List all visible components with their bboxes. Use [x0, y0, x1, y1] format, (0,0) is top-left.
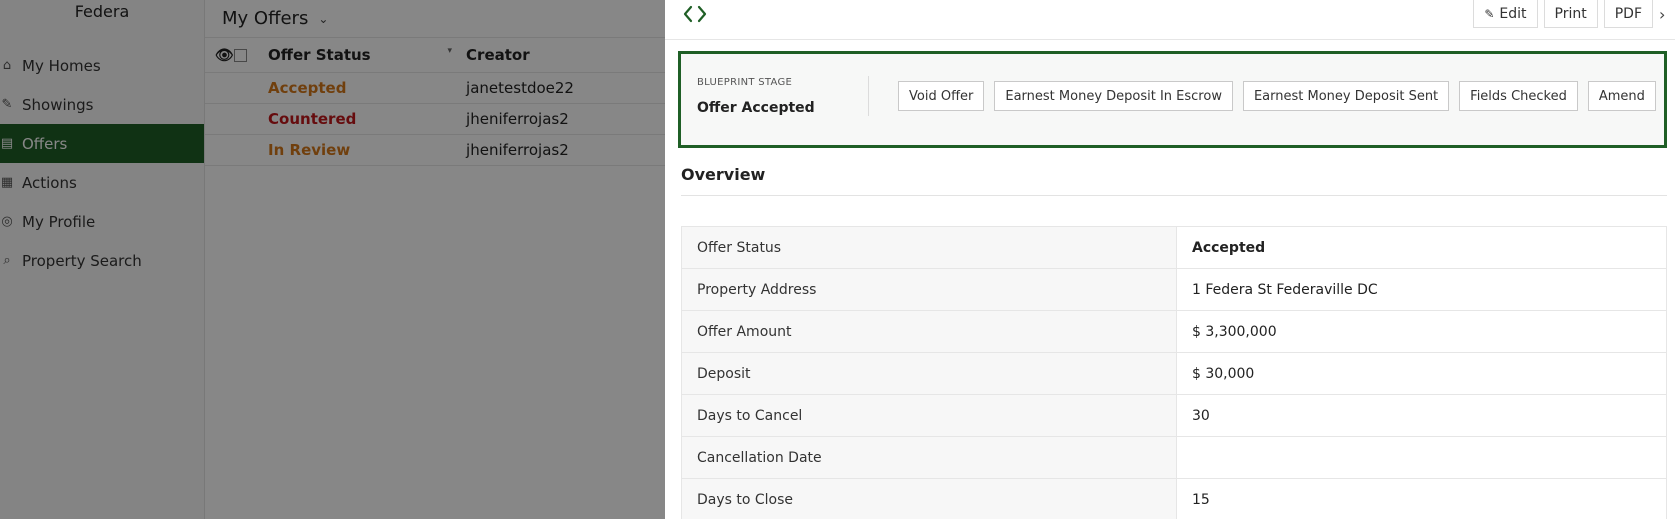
- blueprint-stage-value: Offer Accepted: [697, 100, 815, 116]
- divider: [681, 195, 1667, 196]
- field-value: $ 30,000: [1176, 352, 1667, 395]
- divider: [868, 76, 869, 116]
- pencil-icon: ✎: [1484, 6, 1495, 21]
- overview-row-property-address: Property Address 1 Federa St Federaville…: [681, 268, 1667, 311]
- overview-row-offer-amount: Offer Amount $ 3,300,000: [681, 310, 1667, 353]
- code-brackets-icon: [683, 5, 707, 23]
- overview-row-days-to-cancel: Days to Cancel 30: [681, 394, 1667, 437]
- close-icon[interactable]: ›: [1659, 0, 1675, 28]
- amend-button[interactable]: Amend: [1587, 81, 1656, 111]
- offer-detail-panel: ✎ Edit Print PDF › BLUEPRINT STAGE Offer …: [665, 0, 1675, 519]
- panel-tools: ✎ Edit Print PDF ›: [1473, 0, 1675, 28]
- void-offer-button[interactable]: Void Offer: [898, 81, 985, 111]
- modal-backdrop[interactable]: [0, 0, 665, 519]
- field-value: 15: [1176, 478, 1667, 519]
- blueprint-stage-box: BLUEPRINT STAGE Offer Accepted Void Offe…: [678, 51, 1667, 148]
- property-address-link[interactable]: 1 Federa St Federaville DC: [1176, 268, 1667, 311]
- edit-label: Edit: [1499, 5, 1527, 22]
- field-label: Offer Amount: [681, 310, 1177, 353]
- expand-collapse-icon[interactable]: [682, 3, 708, 29]
- field-label: Cancellation Date: [681, 436, 1177, 479]
- blueprint-actions: Void Offer Earnest Money Deposit In Escr…: [898, 81, 1656, 111]
- field-value: 30: [1176, 394, 1667, 437]
- field-value: $ 3,300,000: [1176, 310, 1667, 353]
- field-label: Days to Close: [681, 478, 1177, 519]
- print-button[interactable]: Print: [1543, 0, 1598, 28]
- overview-row-days-to-close: Days to Close 15: [681, 478, 1667, 519]
- earnest-money-sent-button[interactable]: Earnest Money Deposit Sent: [1242, 81, 1450, 111]
- overview-row-deposit: Deposit $ 30,000: [681, 352, 1667, 395]
- edit-button[interactable]: ✎ Edit: [1473, 0, 1538, 28]
- field-label: Property Address: [681, 268, 1177, 311]
- earnest-money-escrow-button[interactable]: Earnest Money Deposit In Escrow: [994, 81, 1233, 111]
- field-value: Accepted: [1176, 226, 1667, 269]
- field-value: [1176, 436, 1667, 479]
- blueprint-stage: BLUEPRINT STAGE Offer Accepted: [697, 77, 815, 116]
- field-label: Days to Cancel: [681, 394, 1177, 437]
- overview-row-offer-status: Offer Status Accepted: [681, 226, 1667, 269]
- overview-row-cancellation-date: Cancellation Date: [681, 436, 1667, 479]
- fields-checked-button[interactable]: Fields Checked: [1459, 81, 1578, 111]
- overview-heading: Overview: [681, 165, 766, 184]
- overview-table: Offer Status Accepted Property Address 1…: [681, 226, 1667, 519]
- pdf-button[interactable]: PDF: [1603, 0, 1653, 28]
- field-label: Deposit: [681, 352, 1177, 395]
- blueprint-stage-label: BLUEPRINT STAGE: [697, 77, 793, 88]
- field-label: Offer Status: [681, 226, 1177, 269]
- panel-toolbar: ✎ Edit Print PDF ›: [665, 0, 1675, 40]
